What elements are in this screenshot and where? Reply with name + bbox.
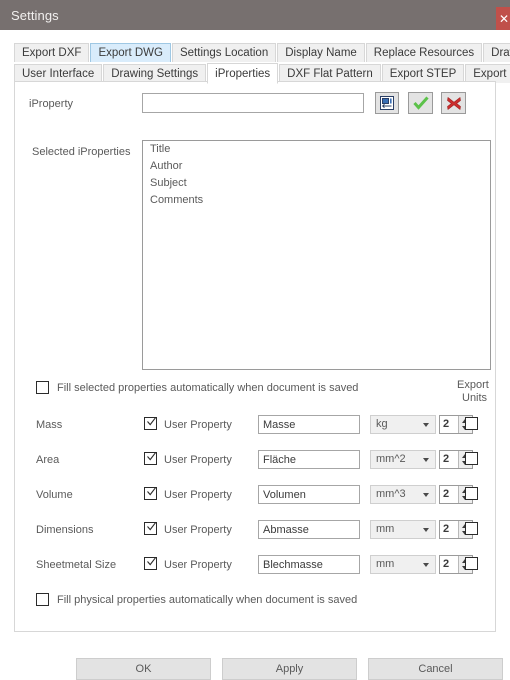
export-units-checkbox-area[interactable] — [465, 452, 478, 465]
checkmark-icon — [147, 557, 157, 566]
iproperties-tab-panel: iProperty Selected iProperties Title Aut… — [14, 81, 496, 632]
unit-dropdown-mass[interactable]: kg — [370, 415, 436, 434]
export-units-checkbox-dimensions[interactable] — [465, 522, 478, 535]
iproperty-accept-button[interactable] — [408, 92, 433, 114]
user-property-checkbox-volume[interactable] — [144, 487, 157, 500]
export-units-checkbox-volume[interactable] — [465, 487, 478, 500]
chevron-down-icon — [423, 423, 429, 427]
list-item[interactable]: Subject — [143, 175, 490, 192]
list-item[interactable]: Comments — [143, 192, 490, 209]
tab-settings-location[interactable]: Settings Location — [171, 43, 277, 62]
fill-selected-checkbox[interactable] — [36, 381, 49, 394]
checkmark-icon — [147, 487, 157, 496]
precision-value-mass: 2 — [443, 418, 450, 430]
unit-value-volume: mm^3 — [376, 488, 406, 500]
user-property-checkbox-sheetmetal-size[interactable] — [144, 557, 157, 570]
fill-physical-checkbox[interactable] — [36, 593, 49, 606]
tab-drawing-functions[interactable]: Drawing functions — [483, 43, 510, 62]
close-button[interactable]: ✕ — [496, 7, 510, 32]
checkmark-icon — [147, 522, 157, 531]
unit-value-area: mm^2 — [376, 453, 406, 465]
selected-iproperties-label: Selected iProperties — [32, 146, 131, 158]
user-property-checkbox-mass[interactable] — [144, 417, 157, 430]
user-property-checkbox-dimensions[interactable] — [144, 522, 157, 535]
property-name-area: Area — [36, 454, 60, 466]
tab-strip: Export DXF Export DWG Settings Location Dis… — [14, 42, 510, 84]
property-name-dimensions: Dimensions — [36, 524, 94, 536]
precision-value-volume: 2 — [443, 488, 450, 500]
tab-export-dwg[interactable]: Export DWG — [90, 43, 171, 62]
checkmark-icon — [147, 417, 157, 426]
cross-icon — [446, 96, 461, 110]
iproperty-reject-button[interactable] — [441, 92, 466, 114]
property-value-input-dimensions[interactable] — [258, 520, 360, 539]
tab-replace-resources[interactable]: Replace Resources — [365, 43, 483, 62]
property-value-input-sheetmetal-size[interactable] — [258, 555, 360, 574]
ok-button[interactable]: OK — [76, 658, 211, 680]
unit-dropdown-dimensions[interactable]: mm — [370, 520, 436, 539]
precision-value-sheetmetal-size: 2 — [443, 558, 450, 570]
user-property-label-area: User Property — [164, 454, 232, 466]
settings-dialog-body: Export DXF Export DWG Settings Location Dis… — [0, 30, 510, 680]
precision-value-dimensions: 2 — [443, 523, 450, 535]
iproperty-label: iProperty — [29, 98, 74, 110]
list-item[interactable]: Author — [143, 158, 490, 175]
chevron-down-icon — [423, 493, 429, 497]
list-item[interactable]: Title — [143, 141, 490, 158]
export-units-header-line2: Units — [462, 392, 488, 404]
property-value-input-area[interactable] — [258, 450, 360, 469]
window-title: Settings — [11, 7, 59, 23]
tab-row-1: Export DXF Export DWG Settings Location Dis… — [14, 42, 510, 62]
user-property-label-dimensions: User Property — [164, 524, 232, 536]
property-value-input-volume[interactable] — [258, 485, 360, 504]
fill-selected-label: Fill selected properties automatically w… — [57, 382, 359, 394]
tab-export-dxf[interactable]: Export DXF — [14, 43, 90, 62]
fill-physical-label: Fill physical properties automatically w… — [57, 594, 358, 606]
iproperty-input[interactable] — [142, 93, 364, 113]
unit-value-dimensions: mm — [376, 523, 395, 535]
unit-dropdown-volume[interactable]: mm^3 — [370, 485, 436, 504]
export-units-checkbox-sheetmetal-size[interactable] — [465, 557, 478, 570]
cancel-button[interactable]: Cancel — [368, 658, 503, 680]
apply-button[interactable]: Apply — [222, 658, 357, 680]
property-name-volume: Volume — [36, 489, 73, 501]
user-property-label-volume: User Property — [164, 489, 232, 501]
property-name-mass: Mass — [36, 419, 63, 431]
tab-display-name[interactable]: Display Name — [277, 43, 365, 62]
property-name-sheetmetal-size: Sheetmetal Size — [36, 559, 117, 571]
unit-dropdown-area[interactable]: mm^2 — [370, 450, 436, 469]
window-titlebar: Settings ✕ — [0, 0, 510, 32]
checkmark-icon — [147, 452, 157, 461]
check-icon — [412, 96, 429, 110]
iproperty-browse-button[interactable] — [375, 92, 399, 114]
export-units-checkbox-mass[interactable] — [465, 417, 478, 430]
selected-iproperties-listbox[interactable]: Title Author Subject Comments — [142, 140, 491, 370]
property-value-input-mass[interactable] — [258, 415, 360, 434]
user-property-checkbox-area[interactable] — [144, 452, 157, 465]
chevron-down-icon — [423, 563, 429, 567]
unit-value-mass: kg — [376, 418, 388, 430]
tab-row-2: User Interface Drawing Settings iPropertie… — [14, 63, 510, 84]
tab-iproperties[interactable]: iProperties — [207, 63, 279, 84]
export-units-header-line1: Export — [457, 379, 489, 391]
unit-dropdown-sheetmetal-size[interactable]: mm — [370, 555, 436, 574]
chevron-down-icon — [423, 528, 429, 532]
precision-value-area: 2 — [443, 453, 450, 465]
form-icon — [380, 96, 394, 110]
user-property-label-sheetmetal-size: User Property — [164, 559, 232, 571]
close-icon: ✕ — [499, 12, 510, 26]
unit-value-sheetmetal-size: mm — [376, 558, 395, 570]
user-property-label-mass: User Property — [164, 419, 232, 431]
chevron-down-icon — [423, 458, 429, 462]
